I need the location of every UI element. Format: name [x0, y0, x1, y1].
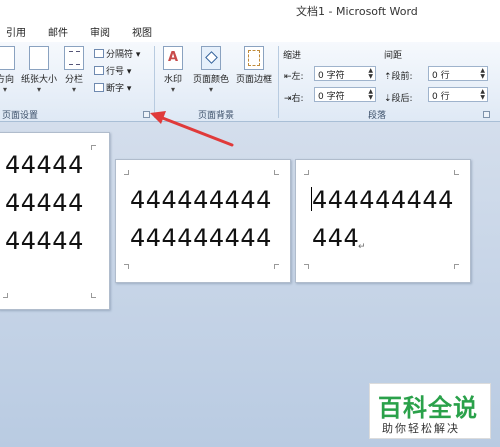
red-arrow-annotation	[150, 111, 234, 147]
brand-name: 百科全说	[378, 394, 478, 422]
brand-watermark: 百科全说 助你轻松解决	[369, 383, 491, 439]
brand-slogan: 助你轻松解决	[382, 422, 460, 435]
